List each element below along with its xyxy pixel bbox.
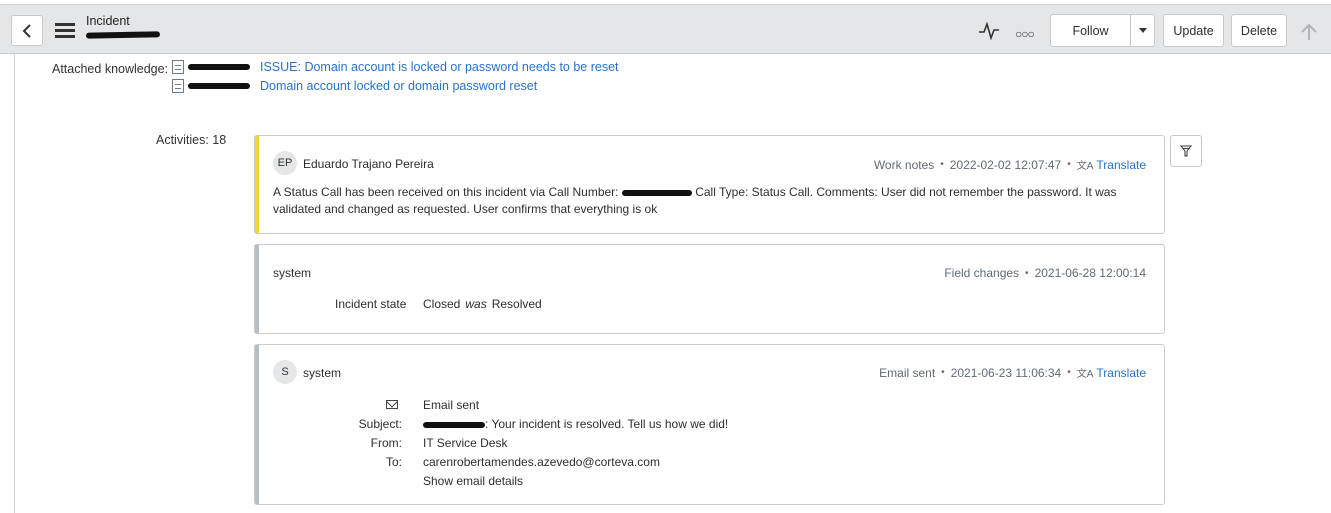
activity-meta: Field changes • 2021-06-28 12:00:14: [944, 266, 1146, 280]
knowledge-article-link[interactable]: Domain account locked or domain password…: [260, 79, 537, 93]
work-note-text: A Status Call has been received on this …: [273, 184, 1143, 218]
email-to-label: To:: [385, 455, 402, 469]
field-change-label: Incident state: [335, 297, 407, 311]
activity-author: system: [273, 266, 312, 280]
avatar[interactable]: EP: [273, 151, 297, 175]
form-guide-line: [14, 54, 15, 513]
filter-icon: [1180, 145, 1192, 157]
update-button[interactable]: Update: [1163, 14, 1224, 47]
mail-icon: [386, 400, 398, 409]
page-title: Incident: [86, 14, 130, 28]
activity-card-field-change: system Field changes • 2021-06-28 12:00:…: [254, 244, 1165, 334]
email-to-value: carenrobertamendes.azevedo@corteva.com: [423, 455, 660, 469]
translate-link[interactable]: 文A Translate: [1076, 157, 1146, 173]
activity-timestamp: 2022-02-02 12:07:47: [949, 157, 1062, 172]
email-subject-value: : Your incident is resolved. Tell us how…: [423, 417, 728, 431]
activity-author: Eduardo Trajano Pereira: [303, 157, 434, 171]
work-note-text-part1: A Status Call has been received on this …: [273, 185, 619, 199]
translate-label: Translate: [1096, 157, 1146, 172]
translate-icon: 文A: [1076, 161, 1094, 172]
activity-meta: Work notes • 2022-02-02 12:07:47 • 文A Tr…: [873, 157, 1146, 173]
activity-card-email: S system Email sent • 2021-06-23 11:06:3…: [254, 344, 1165, 505]
knowledge-article-link[interactable]: ISSUE: Domain account is locked or passw…: [260, 60, 619, 74]
activities-count-label: Activities: 18: [156, 133, 227, 147]
follow-button[interactable]: Follow: [1050, 14, 1131, 47]
delete-button[interactable]: Delete: [1231, 14, 1287, 47]
field-old-value: Resolved: [491, 297, 542, 311]
translate-icon: 文A: [1076, 369, 1094, 380]
activity-timestamp: 2021-06-28 12:00:14: [1034, 266, 1146, 280]
form-header: Incident ○○○ Follow Update Delete: [0, 4, 1331, 54]
chevron-down-icon: [1138, 28, 1147, 33]
menu-icon[interactable]: [55, 23, 75, 38]
field-new-value: Closed: [423, 297, 461, 311]
show-email-details-link[interactable]: Show email details: [423, 474, 523, 488]
field-change-value: Closed was Resolved: [423, 297, 542, 311]
email-heading: Email sent: [423, 398, 480, 412]
redacted-article-number: [188, 64, 250, 70]
redacted-number: [85, 31, 161, 39]
filter-button[interactable]: [1170, 135, 1202, 167]
redacted-incident-number: [423, 421, 485, 428]
email-subject-label: Subject:: [358, 417, 402, 431]
more-icon[interactable]: ○○○: [1015, 27, 1035, 41]
scroll-top-icon[interactable]: [1299, 22, 1319, 42]
card-accent-bar: [255, 245, 259, 333]
card-accent-bar: [255, 345, 259, 504]
activity-type: Email sent: [879, 365, 936, 380]
back-icon: [22, 23, 31, 38]
activity-type: Work notes: [873, 157, 935, 172]
document-icon: [172, 60, 184, 74]
activity-author: system: [303, 366, 342, 380]
activity-timestamp: 2021-06-23 11:06:34: [950, 365, 1062, 380]
activity-pulse-icon[interactable]: [978, 22, 1000, 40]
email-from-value: IT Service Desk: [423, 436, 508, 450]
redacted-call-number: [621, 189, 692, 196]
knowledge-article-row: ISSUE: Domain account is locked or passw…: [172, 59, 619, 75]
redacted-article-number: [188, 83, 250, 89]
was-label: was: [465, 297, 487, 311]
email-subject-text: : Your incident is resolved. Tell us how…: [485, 417, 729, 431]
activity-card-work-note: EP Eduardo Trajano Pereira Work notes • …: [254, 135, 1165, 234]
email-from-label: From:: [370, 436, 402, 450]
attached-knowledge-label: Attached knowledge:: [52, 62, 169, 76]
avatar[interactable]: S: [273, 360, 297, 384]
activity-type: Field changes: [944, 266, 1020, 280]
follow-dropdown-button[interactable]: [1130, 14, 1155, 47]
document-icon: [172, 79, 184, 93]
translate-link[interactable]: 文A Translate: [1076, 365, 1146, 381]
card-accent-bar: [255, 136, 259, 233]
back-button[interactable]: [11, 15, 43, 46]
knowledge-article-row: Domain account locked or domain password…: [172, 78, 537, 94]
translate-label: Translate: [1096, 365, 1146, 380]
activity-meta: Email sent • 2021-06-23 11:06:34 • 文A Tr…: [879, 365, 1146, 381]
